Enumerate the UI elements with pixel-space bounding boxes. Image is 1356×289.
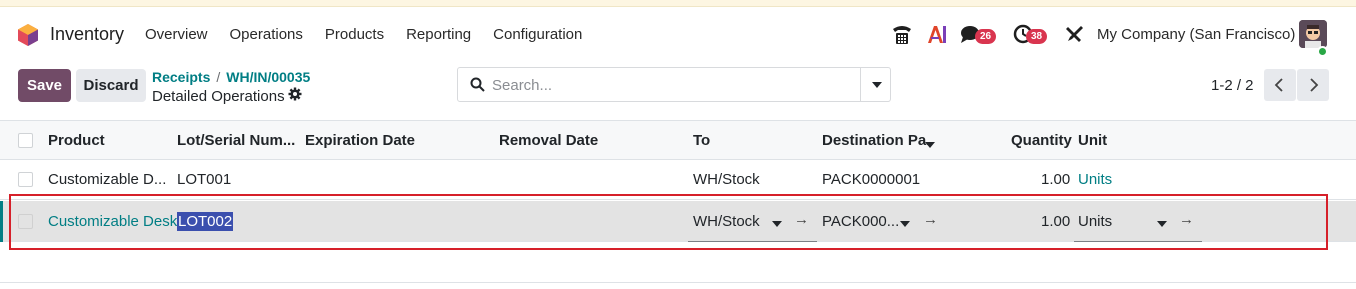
search-bar bbox=[457, 67, 891, 102]
highlight-annotation-box bbox=[9, 194, 1328, 250]
table-header: Product Lot/Serial Num... Expiration Dat… bbox=[0, 120, 1356, 160]
search-input[interactable] bbox=[492, 76, 852, 94]
top-banner bbox=[0, 0, 1356, 7]
page-title: Detailed Operations bbox=[152, 88, 285, 105]
search-options-toggle[interactable] bbox=[860, 68, 891, 101]
online-status-dot bbox=[1317, 46, 1328, 57]
sort-descending-icon bbox=[925, 142, 935, 148]
user-avatar[interactable] bbox=[1299, 20, 1327, 48]
menu-configuration[interactable]: Configuration bbox=[493, 26, 582, 43]
top-menu: Overview Operations Products Reporting C… bbox=[145, 26, 604, 43]
pager-next-button[interactable] bbox=[1297, 69, 1329, 101]
control-panel: Save Discard Receipts / WH/IN/00035 Detail… bbox=[0, 59, 1356, 121]
column-header-quantity[interactable]: Quantity bbox=[1011, 132, 1072, 149]
breadcrumb-receipts[interactable]: Receipts bbox=[152, 69, 210, 85]
pager-previous-button[interactable] bbox=[1264, 69, 1296, 101]
menu-overview[interactable]: Overview bbox=[145, 26, 208, 43]
main-navbar: Inventory Overview Operations Products R… bbox=[0, 7, 1356, 59]
column-header-to[interactable]: To bbox=[693, 132, 710, 149]
chevron-left-icon bbox=[1274, 78, 1283, 92]
save-button[interactable]: Save bbox=[18, 69, 71, 102]
menu-operations[interactable]: Operations bbox=[230, 26, 303, 43]
pager-value[interactable]: 1-2 / 2 bbox=[1211, 77, 1254, 94]
breadcrumb-record[interactable]: WH/IN/00035 bbox=[226, 69, 310, 85]
activities-badge: 38 bbox=[1026, 29, 1048, 44]
gear-icon[interactable] bbox=[288, 87, 302, 101]
discard-button[interactable]: Discard bbox=[76, 69, 146, 102]
cell-lot[interactable]: LOT001 bbox=[177, 171, 231, 188]
menu-products[interactable]: Products bbox=[325, 26, 384, 43]
messages-badge: 26 bbox=[975, 29, 997, 44]
column-header-removal[interactable]: Removal Date bbox=[499, 132, 598, 149]
app-name[interactable]: Inventory bbox=[50, 24, 124, 45]
table-divider bbox=[0, 282, 1356, 283]
cell-product[interactable]: Customizable D... bbox=[48, 171, 166, 188]
column-header-product[interactable]: Product bbox=[48, 132, 105, 149]
tools-icon[interactable] bbox=[1065, 21, 1085, 47]
company-switcher[interactable]: My Company (San Francisco) bbox=[1097, 26, 1295, 43]
column-header-destination-package[interactable]: Destination Pa. bbox=[822, 132, 930, 149]
select-all-checkbox[interactable] bbox=[18, 133, 33, 148]
cell-to[interactable]: WH/Stock bbox=[693, 171, 760, 188]
cell-quantity[interactable]: 1.00 bbox=[1041, 171, 1070, 188]
column-header-expiration[interactable]: Expiration Date bbox=[305, 132, 415, 149]
column-header-lot[interactable]: Lot/Serial Num... bbox=[177, 132, 295, 149]
search-icon bbox=[470, 77, 485, 92]
breadcrumb-separator: / bbox=[216, 69, 221, 85]
inventory-app-icon[interactable] bbox=[18, 24, 38, 46]
cell-package[interactable]: PACK0000001 bbox=[822, 171, 920, 188]
chevron-down-icon bbox=[872, 82, 882, 88]
phone-icon[interactable] bbox=[891, 21, 913, 47]
editing-row-indicator bbox=[0, 201, 3, 242]
breadcrumb: Receipts / WH/IN/00035 bbox=[152, 69, 310, 85]
column-header-unit[interactable]: Unit bbox=[1078, 132, 1107, 149]
ai-icon[interactable] bbox=[926, 21, 948, 47]
cell-unit[interactable]: Units bbox=[1078, 171, 1112, 188]
menu-reporting[interactable]: Reporting bbox=[406, 26, 471, 43]
row-checkbox[interactable] bbox=[18, 172, 33, 187]
chevron-right-icon bbox=[1310, 78, 1319, 92]
